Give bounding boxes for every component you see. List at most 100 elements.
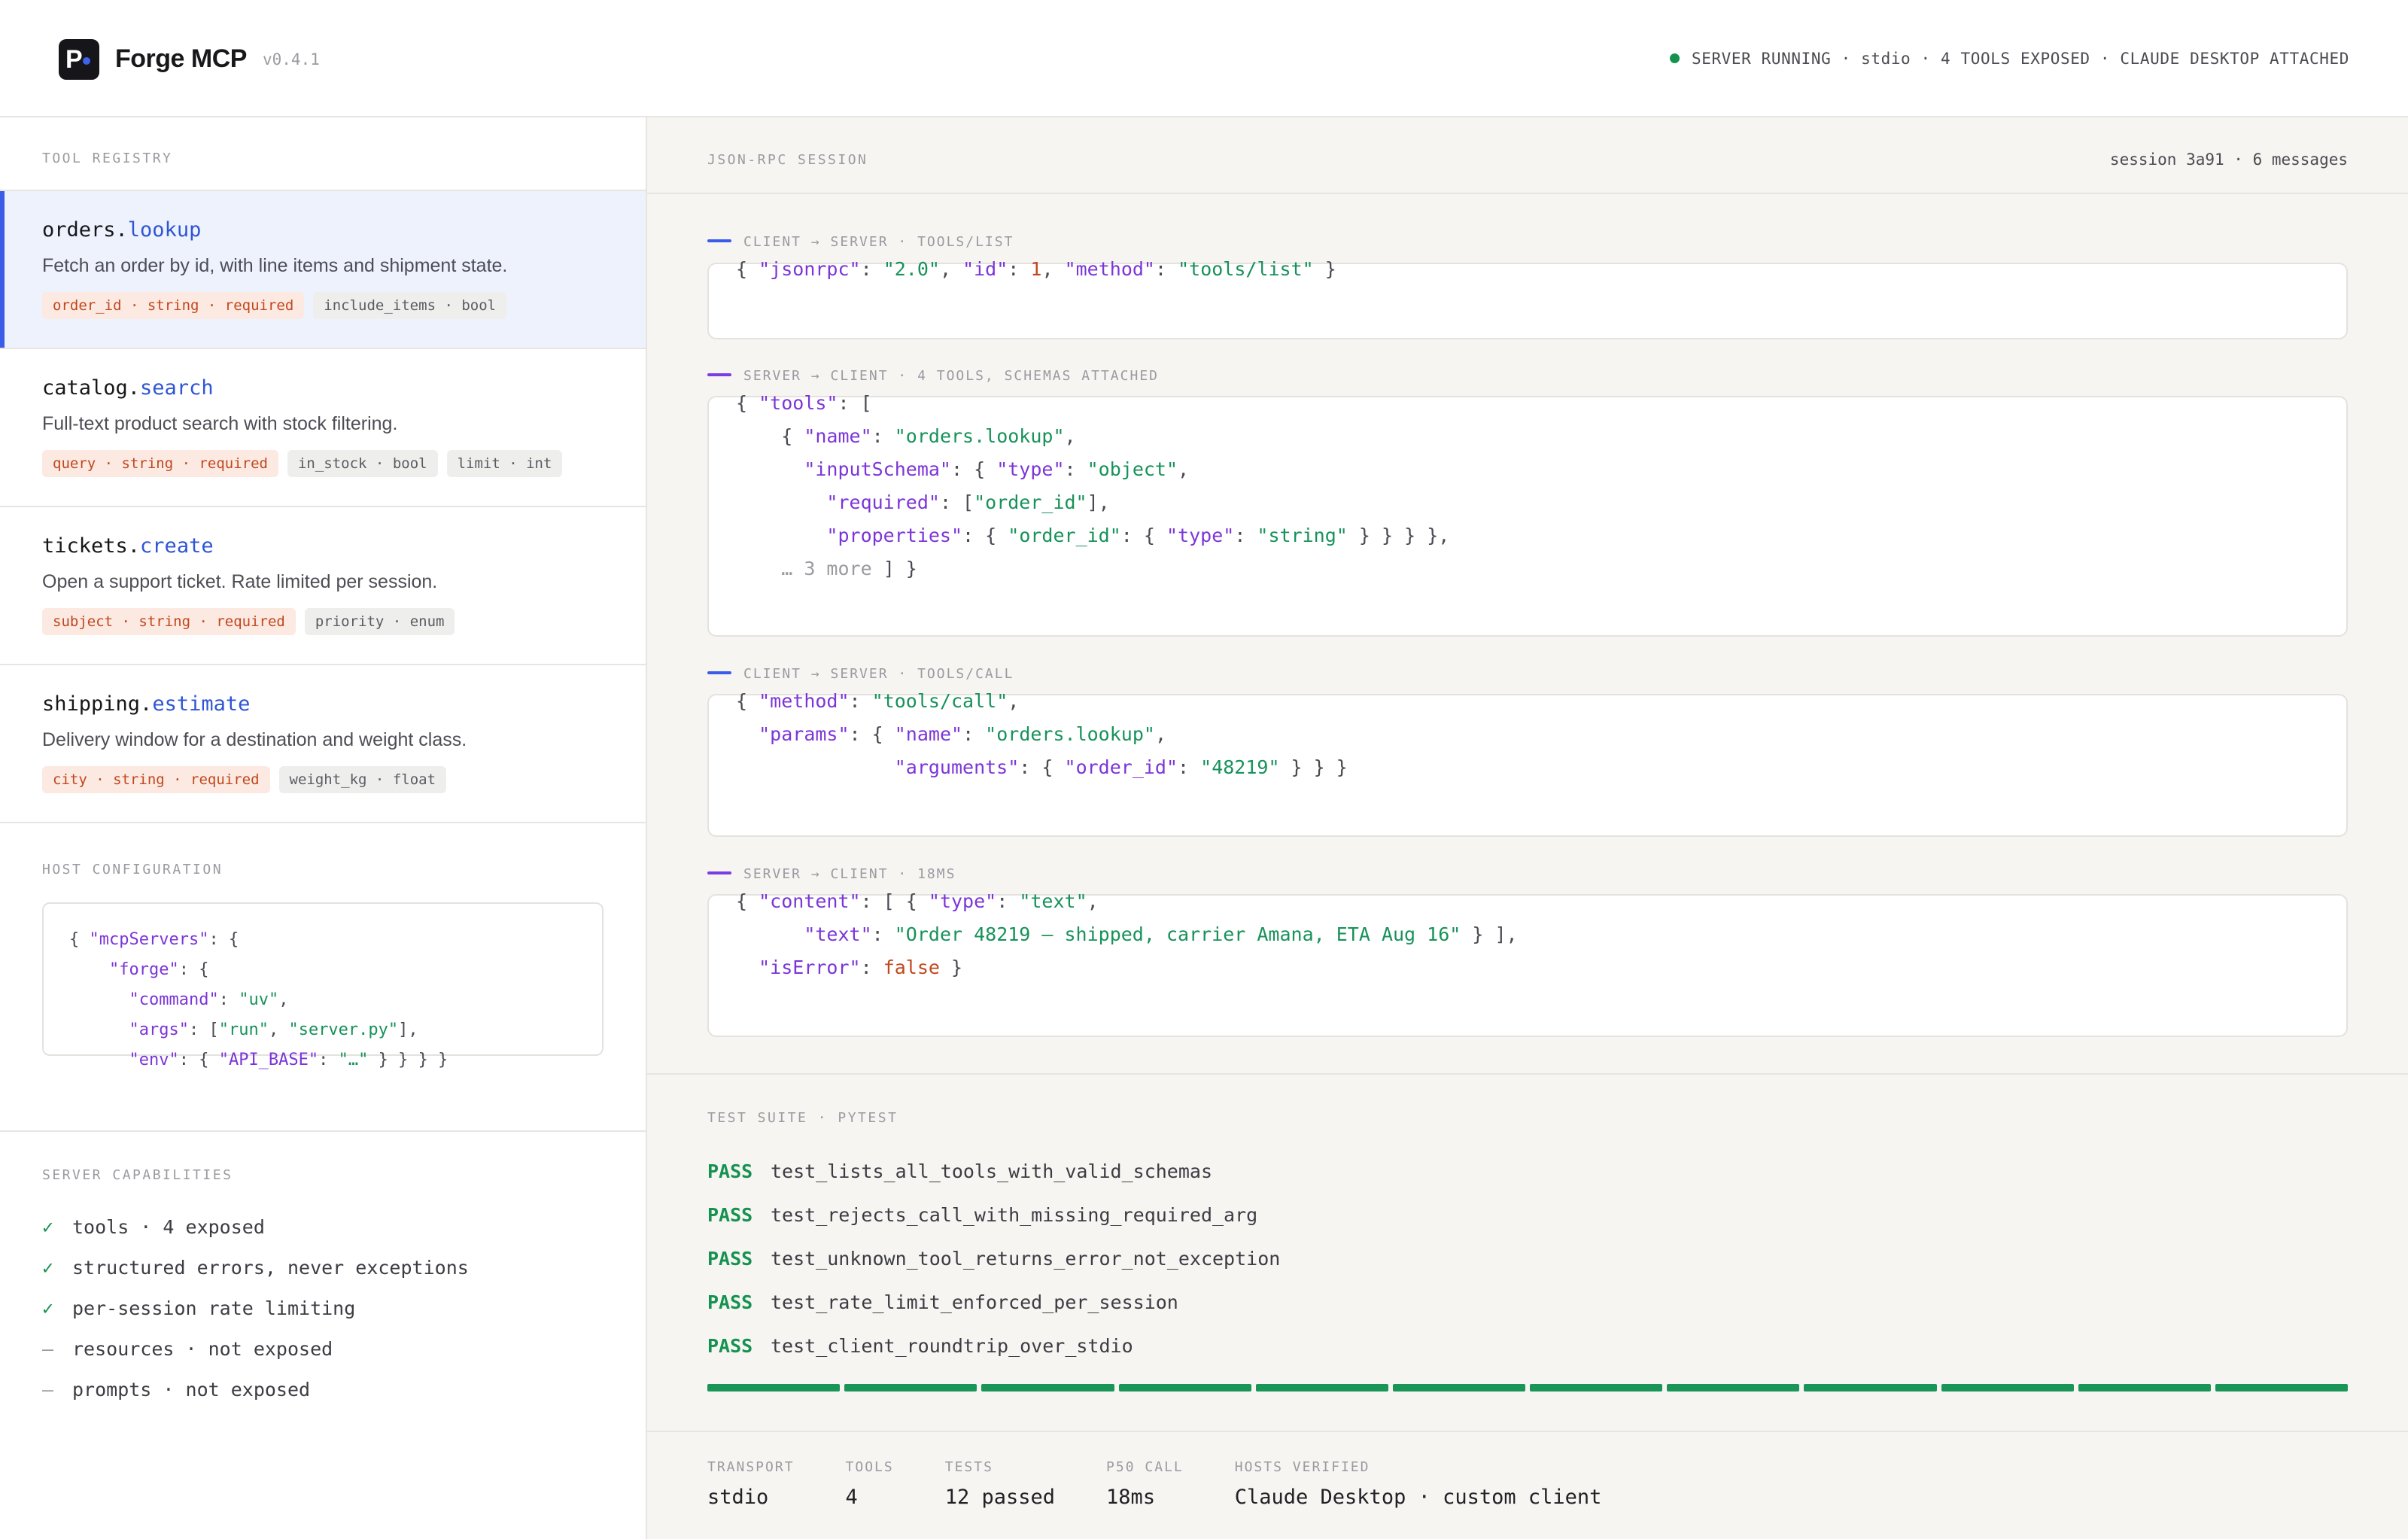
code-token: "name": [894, 723, 963, 745]
stat-item: TRANSPORT stdio: [707, 1458, 795, 1511]
tool-item[interactable]: tickets.create Open a support ticket. Rat…: [0, 507, 646, 665]
test-result: PASS test_unknown_tool_returns_error_not_…: [707, 1237, 1280, 1281]
test-suite-label: TEST SUITE · PYTEST: [707, 1110, 898, 1126]
code-token: {: [736, 690, 759, 712]
server-status: SERVER RUNNING · stdio · 4 TOOLS EXPOSED…: [1669, 48, 2349, 69]
check-icon: ✓: [42, 1216, 54, 1238]
section-divider: [647, 1431, 2408, 1432]
code-token: "properties": [826, 525, 963, 546]
code-token: "orders.lookup": [894, 425, 1065, 447]
code-token: :: [871, 425, 895, 447]
logo-dot: [83, 57, 90, 65]
progress-segment: [1530, 1384, 1663, 1391]
code-token: {: [736, 890, 759, 912]
progress-segment: [2078, 1384, 2211, 1391]
code-token: : [: [939, 491, 974, 513]
progress-segment: [707, 1384, 841, 1391]
message-header-text: SERVER → CLIENT · 18MS: [743, 866, 956, 882]
tool-item[interactable]: orders.lookup Fetch an order by id, with …: [0, 191, 646, 349]
main-panel: JSON-RPC SESSION session 3a91 · 6 messag…: [647, 117, 2408, 1539]
code-token: "orders.lookup": [985, 723, 1155, 745]
code-token: } } } },: [1347, 525, 1450, 546]
tool-params: query · string · required in_stock · bool…: [42, 450, 563, 477]
tool-name: catalog.search: [42, 375, 214, 402]
progress-segment: [2215, 1384, 2349, 1391]
code-token: {: [736, 258, 759, 280]
tool-item[interactable]: shipping.estimate Delivery window for a d…: [0, 665, 646, 823]
code-token: :: [996, 890, 1020, 912]
capability-text: resources · not exposed: [72, 1338, 333, 1360]
server-direction-icon: [707, 871, 731, 874]
code-token: :: [218, 990, 239, 1009]
capability-item: — resources · not exposed: [42, 1329, 469, 1370]
capability-text: prompts · not exposed: [72, 1379, 311, 1401]
code-token: } ],: [1461, 923, 1518, 945]
param-badge: city · string · required: [42, 766, 270, 793]
param-badge: priority · enum: [304, 608, 455, 635]
dash-icon: —: [42, 1379, 54, 1401]
code-token: "inputSchema": [804, 458, 951, 480]
json-rpc-session-label: JSON-RPC SESSION: [707, 152, 868, 168]
status-dot-icon: [1669, 53, 1680, 63]
progress-segment: [1118, 1384, 1251, 1391]
message-code-block[interactable]: { "jsonrpc": "2.0", "id": 1, "method": "…: [707, 258, 2348, 339]
progress-segment: [1255, 1384, 1388, 1391]
code-token: :: [871, 923, 895, 945]
message-header-text: SERVER → CLIENT · 4 TOOLS, SCHEMAS ATTAC…: [743, 368, 1159, 384]
code-token: :: [860, 258, 883, 280]
capability-item: ✓ per-session rate limiting: [42, 1288, 469, 1329]
message-header-text: CLIENT → SERVER · TOOLS/LIST: [743, 234, 1014, 250]
code-token: 1: [1030, 258, 1042, 280]
stat-value: Claude Desktop · custom client: [1234, 1486, 1602, 1509]
host-config-code: { "mcpServers": { "forge": { "command": …: [69, 925, 448, 1075]
progress-segment: [981, 1384, 1114, 1391]
code-token: : [: [838, 392, 872, 414]
message-code-block[interactable]: { "method": "tools/call", "params": { "n…: [707, 690, 2348, 837]
test-status: PASS: [707, 1204, 753, 1226]
code-token: "string": [1257, 525, 1348, 546]
code-token: :: [962, 723, 986, 745]
message-code-block[interactable]: { "tools": [ { "name": "orders.lookup", …: [707, 392, 2348, 637]
code-token: "order_id": [1064, 756, 1178, 778]
code-token: ,: [1008, 690, 1020, 712]
app-logo: P: [59, 39, 99, 80]
tool-description: Full-text product search with stock filt…: [42, 413, 398, 434]
code-token: "required": [826, 491, 940, 513]
message-header: SERVER → CLIENT · 18MS: [707, 865, 956, 884]
param-badge: limit · int: [446, 450, 563, 477]
message-code-block[interactable]: { "content": [ { "type": "text", "text":…: [707, 890, 2348, 1037]
top-bar: P Forge MCP v0.4.1 SERVER RUNNING · stdi…: [0, 0, 2408, 117]
code-token: ,: [268, 1020, 289, 1039]
code-token: "env": [129, 1051, 179, 1069]
summary-stats: TRANSPORT stdio TOOLS 4 TESTS 12 passed P50 CA…: [707, 1458, 1601, 1511]
code-token: :: [1064, 458, 1087, 480]
capabilities-list: ✓ tools · 4 exposed ✓ structured errors, ne…: [42, 1207, 469, 1410]
tool-namespace: shipping.: [42, 692, 153, 716]
code-token: } } }: [1279, 756, 1348, 778]
tool-item[interactable]: catalog.search Full-text product search w…: [0, 349, 646, 507]
code-token: "name": [804, 425, 872, 447]
code-token: ,: [1178, 458, 1190, 480]
tool-verb: search: [140, 376, 214, 400]
message-header: CLIENT → SERVER · TOOLS/CALL: [707, 665, 1014, 683]
stat-label: P50 CALL: [1106, 1459, 1184, 1475]
test-name: test_lists_all_tools_with_valid_schemas: [771, 1160, 1212, 1182]
code-token: {: [736, 392, 759, 414]
code-token: ,: [1087, 890, 1099, 912]
logo-glyph: P: [65, 45, 83, 74]
capability-text: tools · 4 exposed: [72, 1216, 265, 1238]
code-token: "type": [928, 890, 997, 912]
code-token: "tools/list": [1178, 258, 1314, 280]
code-token: ,: [1041, 258, 1065, 280]
param-badge: query · string · required: [42, 450, 278, 477]
code-token: "jsonrpc": [759, 258, 861, 280]
left-sidebar: TOOL REGISTRY orders.lookup Fetch an orde…: [0, 117, 647, 1539]
code-token: "text": [1019, 890, 1087, 912]
code-token: … 3 more: [781, 558, 872, 579]
stat-item: TOOLS 4: [846, 1458, 894, 1511]
test-results-list: PASS test_lists_all_tools_with_valid_sche…: [707, 1150, 1280, 1368]
test-result: PASS test_rejects_call_with_missing_requi…: [707, 1194, 1280, 1237]
stat-item: HOSTS VERIFIED Claude Desktop · custom cl…: [1235, 1458, 1602, 1511]
